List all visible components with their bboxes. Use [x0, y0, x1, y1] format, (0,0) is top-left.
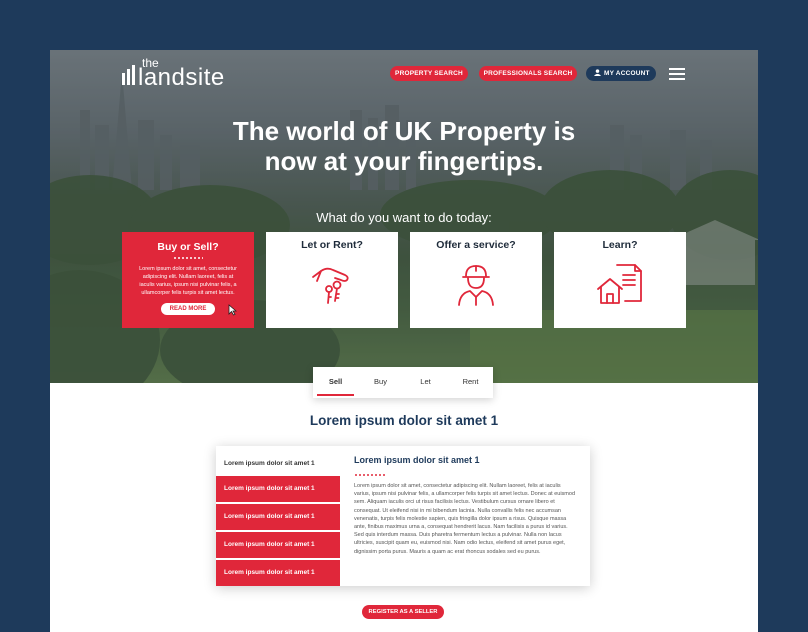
dotted-divider: [173, 257, 203, 259]
logo-wordmark: landsite: [122, 64, 225, 92]
my-account-button[interactable]: MY ACCOUNT: [586, 66, 656, 81]
dotted-divider: [354, 474, 386, 476]
user-icon: [594, 69, 601, 76]
tab-sell[interactable]: Sell: [313, 367, 358, 398]
side-menu-header[interactable]: Lorem ipsum dolor sit amet 1: [216, 446, 340, 476]
card-let-or-rent[interactable]: Let or Rent?: [266, 232, 398, 328]
panel-title: Lorem ipsum dolor sit amet 1: [354, 455, 480, 465]
side-menu-item[interactable]: Lorem ipsum dolor sit amet 1: [216, 476, 340, 502]
side-menu-item[interactable]: Lorem ipsum dolor sit amet 1: [216, 532, 340, 558]
hamburger-menu-icon[interactable]: [669, 68, 685, 80]
logo-main-text: landsite: [138, 64, 225, 91]
panel-body-text: Lorem ipsum dolor sit amet, consectetur …: [354, 483, 576, 555]
hero-headline-line1: The world of UK Property is: [232, 116, 576, 146]
tab-rent[interactable]: Rent: [448, 367, 493, 398]
my-account-label: MY ACCOUNT: [604, 70, 650, 77]
hero-question: What do you want to do today:: [316, 210, 492, 225]
read-more-button[interactable]: READ MORE: [160, 303, 216, 315]
side-menu-item[interactable]: Lorem ipsum dolor sit amet 1: [216, 560, 340, 586]
card-title: Learn?: [602, 239, 638, 251]
card-description: Lorem ipsum dolor sit amet, consectetur …: [139, 266, 237, 296]
hero-section: the landsite PROPERTY SEARCH PROFESSIONA…: [50, 50, 758, 383]
register-as-seller-button[interactable]: REGISTER AS A SELLER: [362, 605, 444, 619]
section-title: Lorem ipsum dolor sit amet 1: [309, 413, 499, 428]
worker-hardhat-icon: [458, 265, 494, 306]
card-offer-a-service[interactable]: Offer a service?: [410, 232, 542, 328]
tab-buy[interactable]: Buy: [358, 367, 403, 398]
logo-building-icon: [122, 65, 135, 85]
side-menu-item[interactable]: Lorem ipsum dolor sit amet 1: [216, 504, 340, 530]
property-search-button[interactable]: PROPERTY SEARCH: [390, 66, 468, 81]
tab-let[interactable]: Let: [403, 367, 448, 398]
content-panel: Lorem ipsum dolor sit amet 1 Lorem ipsum…: [216, 446, 590, 586]
listing-type-tabs: Sell Buy Let Rent: [313, 367, 493, 398]
card-title: Buy or Sell?: [157, 241, 219, 253]
hand-keys-icon: [312, 267, 349, 304]
card-learn[interactable]: Learn?: [554, 232, 686, 328]
professionals-search-button[interactable]: PROFESSIONALS SEARCH: [479, 66, 577, 81]
card-title: Let or Rent?: [301, 239, 363, 251]
hero-headline: The world of UK Property is now at your …: [50, 116, 758, 176]
card-title: Offer a service?: [436, 239, 516, 251]
house-document-icon: [597, 264, 642, 304]
site-frame: the landsite PROPERTY SEARCH PROFESSIONA…: [50, 50, 758, 632]
mouse-cursor-icon: [228, 304, 237, 316]
hero-headline-line2: now at your fingertips.: [264, 146, 544, 176]
